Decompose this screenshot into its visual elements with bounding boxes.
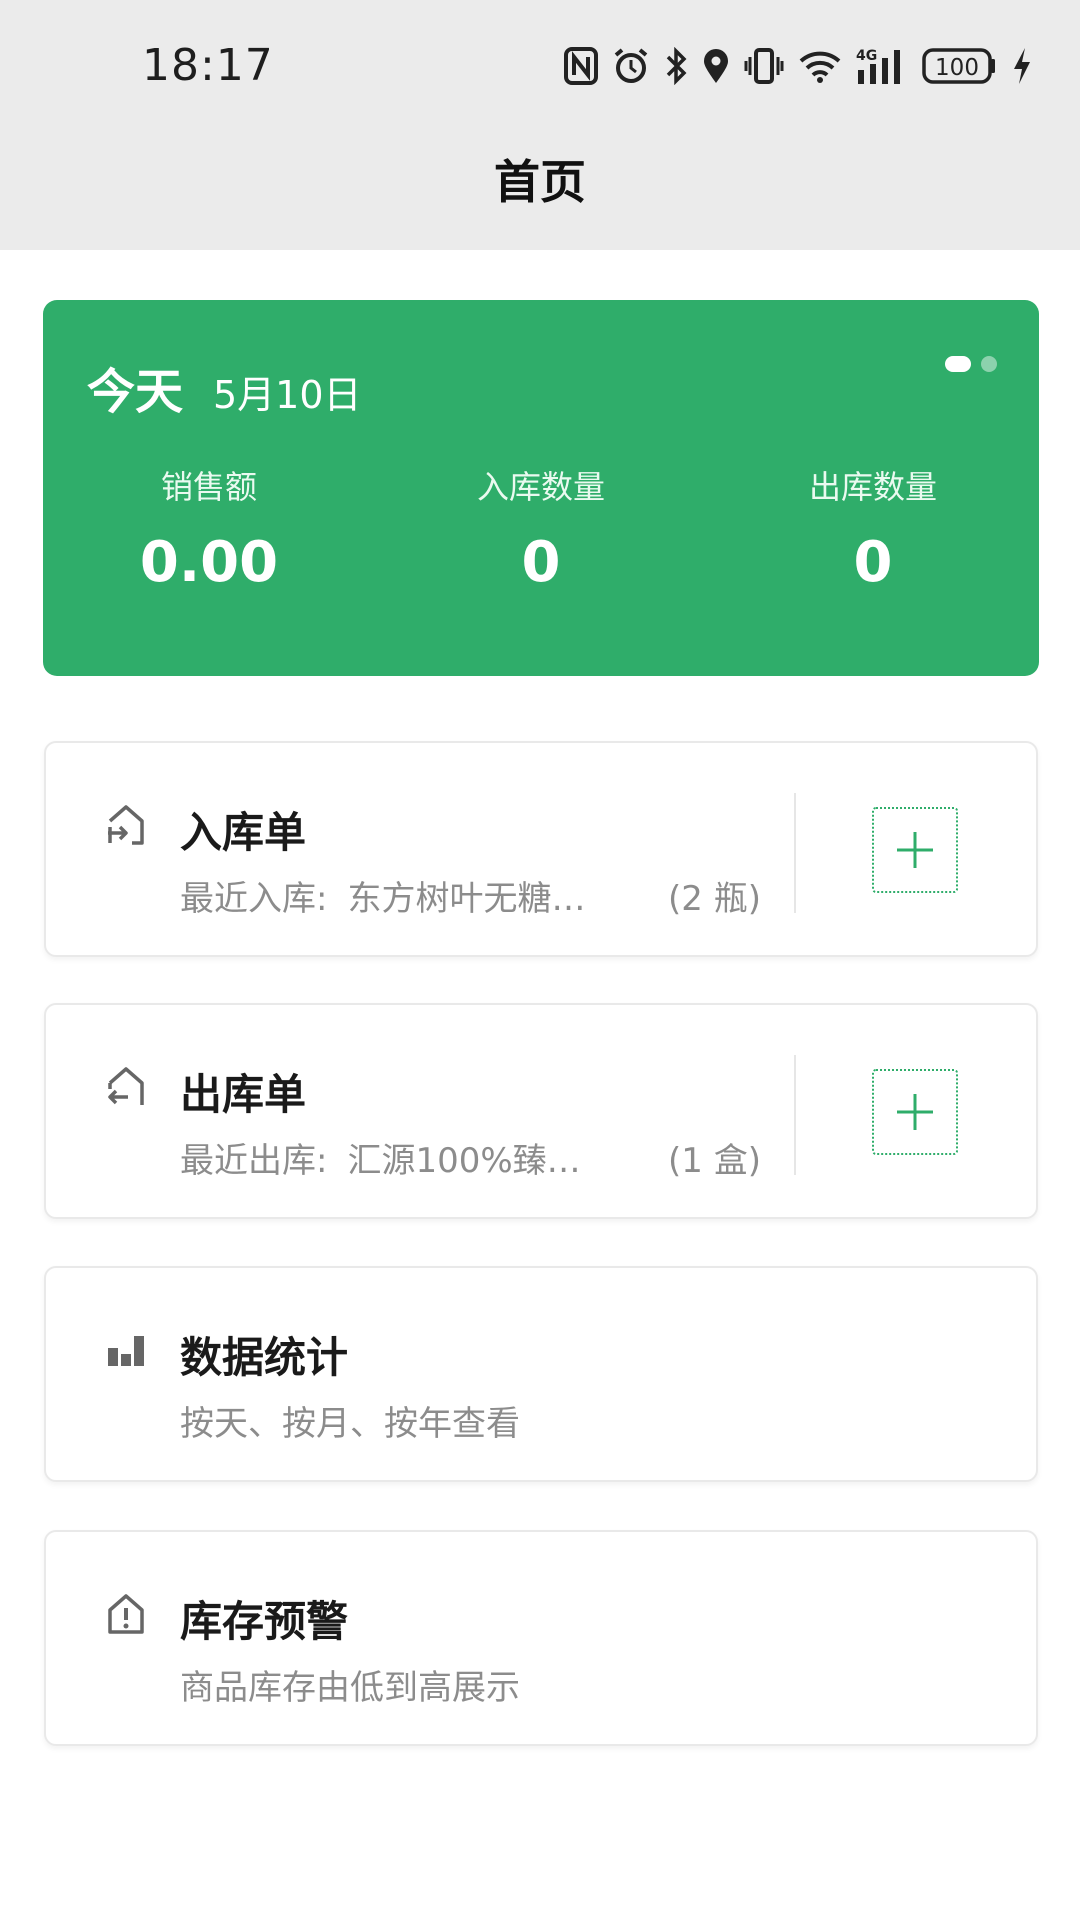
- outbound-recent-label: 最近出库:: [180, 1141, 328, 1181]
- outbound-recent-item: 汇源100%臻…: [347, 1141, 581, 1181]
- stat-outbound: 出库数量 0: [707, 462, 1039, 595]
- today-stats: 销售额 0.00 入库数量 0 出库数量 0: [43, 462, 1039, 595]
- statistics-title: 数据统计: [180, 1333, 349, 1382]
- signal-icon: 4G: [856, 48, 900, 84]
- inbound-recent-item: 东方树叶无糖…: [347, 879, 586, 919]
- outbound-title: 出库单: [180, 1070, 307, 1119]
- inbound-recent: 最近入库: 东方树叶无糖…: [180, 871, 585, 920]
- charging-icon: [1014, 48, 1030, 84]
- vibrate-icon: [744, 48, 784, 84]
- outbound-icon: [108, 1067, 144, 1105]
- inbound-recent-qty: (2 瓶): [668, 879, 761, 919]
- battery-level-label: 100: [935, 55, 979, 81]
- today-date: 5月10日: [213, 373, 362, 417]
- carousel-indicator: [945, 356, 997, 372]
- stat-sales: 销售额 0.00: [43, 462, 375, 595]
- status-time: 18:17: [142, 40, 274, 91]
- warning-title: 库存预警: [180, 1597, 349, 1646]
- carousel-dot: [981, 356, 997, 372]
- stock-warning-card[interactable]: 库存预警 商品库存由低到高展示: [44, 1530, 1038, 1746]
- plus-icon: [897, 832, 933, 868]
- warning-house-icon: [108, 1594, 144, 1634]
- data-statistics-card[interactable]: 数据统计 按天、按月、按年查看: [44, 1266, 1038, 1482]
- nfc-icon: [564, 47, 598, 85]
- alarm-icon: [614, 48, 648, 83]
- inbound-order-card[interactable]: 入库单 最近入库: 东方树叶无糖… (2 瓶): [44, 741, 1038, 957]
- wifi-icon: [799, 51, 841, 83]
- statistics-subtitle: 按天、按月、按年查看: [180, 1404, 520, 1444]
- divider: [794, 1055, 796, 1175]
- add-inbound-button[interactable]: [872, 807, 958, 893]
- stat-inbound-label: 入库数量: [476, 468, 605, 506]
- inbound-recent-label: 最近入库:: [180, 879, 328, 919]
- plus-icon: [897, 1094, 933, 1130]
- outbound-recent: 最近出库: 汇源100%臻…: [180, 1133, 581, 1182]
- divider: [794, 793, 796, 913]
- add-outbound-button[interactable]: [872, 1069, 958, 1155]
- top-bar: 18:17 4G 100 首页: [0, 0, 1080, 250]
- bluetooth-icon: [666, 47, 687, 85]
- location-icon: [704, 49, 728, 83]
- today-summary-card[interactable]: 今天 5月10日 销售额 0.00 入库数量 0 出库数量 0: [43, 300, 1039, 676]
- battery-icon: 100: [922, 48, 995, 84]
- network-type-label: 4G: [856, 48, 877, 64]
- stat-sales-value: 0.00: [139, 530, 279, 595]
- status-icons: 4G 100: [564, 42, 1032, 90]
- stat-inbound-value: 0: [521, 530, 561, 595]
- warning-subtitle: 商品库存由低到高展示: [180, 1668, 520, 1708]
- outbound-order-card[interactable]: 出库单 最近出库: 汇源100%臻… (1 盒): [44, 1003, 1038, 1219]
- stat-outbound-value: 0: [853, 530, 893, 595]
- inbound-icon: [108, 805, 144, 845]
- carousel-dot-active: [945, 356, 971, 372]
- stat-inbound: 入库数量 0: [375, 462, 707, 595]
- bar-chart-icon: [108, 1336, 144, 1366]
- inbound-title: 入库单: [180, 808, 307, 857]
- page-title: 首页: [494, 155, 586, 209]
- stat-outbound-label: 出库数量: [808, 468, 937, 506]
- stat-sales-label: 销售额: [160, 468, 257, 506]
- outbound-recent-qty: (1 盒): [668, 1141, 761, 1181]
- today-label: 今天: [87, 364, 184, 420]
